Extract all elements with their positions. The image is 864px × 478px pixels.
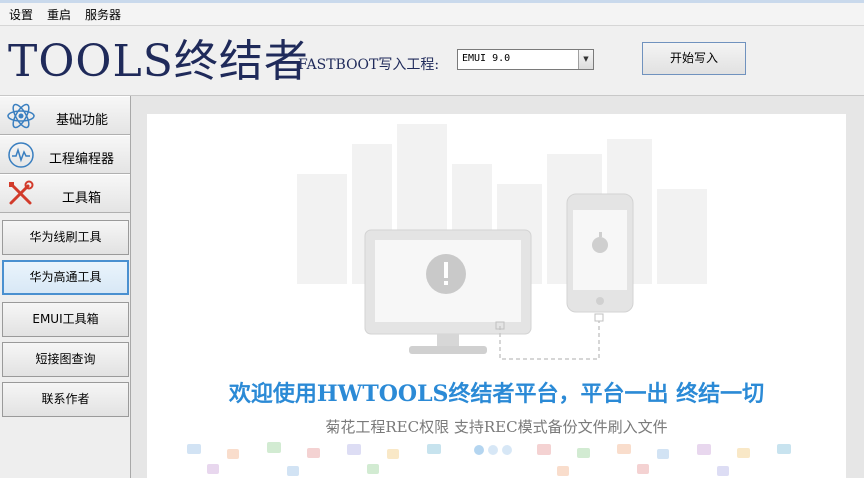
- header: TOOLS终结者 FASTBOOT写入工程: EMUI 9.0 ▼ 开始写入: [0, 26, 864, 96]
- atom-icon: [6, 102, 36, 130]
- nav-basic-functions[interactable]: 基础功能: [0, 96, 130, 135]
- fastboot-select[interactable]: EMUI 9.0 ▼: [457, 49, 594, 70]
- huawei-flash-tool-button[interactable]: 华为线刷工具: [2, 220, 129, 255]
- menu-server[interactable]: 服务器: [85, 8, 121, 22]
- chevron-down-icon[interactable]: ▼: [578, 50, 593, 69]
- fastboot-select-value: EMUI 9.0: [462, 53, 511, 64]
- start-write-button[interactable]: 开始写入: [642, 42, 746, 75]
- welcome-subtitle: 菊花工程REC权限 支持REC模式备份文件刷入文件: [325, 418, 668, 436]
- nav-engineering-programmer-label: 工程编程器: [49, 152, 115, 167]
- nav-basic-functions-label: 基础功能: [56, 113, 109, 128]
- nav-toolbox-label: 工具箱: [62, 191, 102, 206]
- welcome-text: 欢迎使用HWTOOLS终结者平台，平台一出 终结一切: [228, 381, 765, 407]
- huawei-qualcomm-tool-button[interactable]: 华为高通工具: [2, 260, 129, 295]
- wave-circle-icon: [6, 141, 36, 169]
- sidebar: 基础功能 工程编程器 工具箱 华为线刷工具 华为高通工具 EMUI工具箱 短接图…: [0, 96, 131, 478]
- warning-icon: [426, 254, 466, 294]
- nav-toolbox[interactable]: 工具箱: [0, 174, 130, 213]
- shortcut-diagram-query-button[interactable]: 短接图查询: [2, 342, 129, 377]
- main-content: 欢迎使用HWTOOLS终结者平台，平台一出 终结一切 菊花工程REC权限 支持R…: [131, 96, 864, 478]
- welcome-panel: 欢迎使用HWTOOLS终结者平台，平台一出 终结一切 菊花工程REC权限 支持R…: [147, 114, 846, 478]
- fastboot-label: FASTBOOT写入工程:: [298, 57, 440, 73]
- emui-toolbox-button[interactable]: EMUI工具箱: [2, 302, 129, 337]
- app-title: TOOLS终结者: [8, 36, 309, 87]
- menu-restart[interactable]: 重启: [47, 8, 71, 22]
- window-top-border: [0, 0, 864, 3]
- menu-settings[interactable]: 设置: [9, 8, 33, 22]
- nav-engineering-programmer[interactable]: 工程编程器: [0, 135, 130, 174]
- menu-bar: 设置 重启 服务器: [0, 0, 864, 26]
- contact-author-button[interactable]: 联系作者: [2, 382, 129, 417]
- tools-icon: [6, 180, 36, 208]
